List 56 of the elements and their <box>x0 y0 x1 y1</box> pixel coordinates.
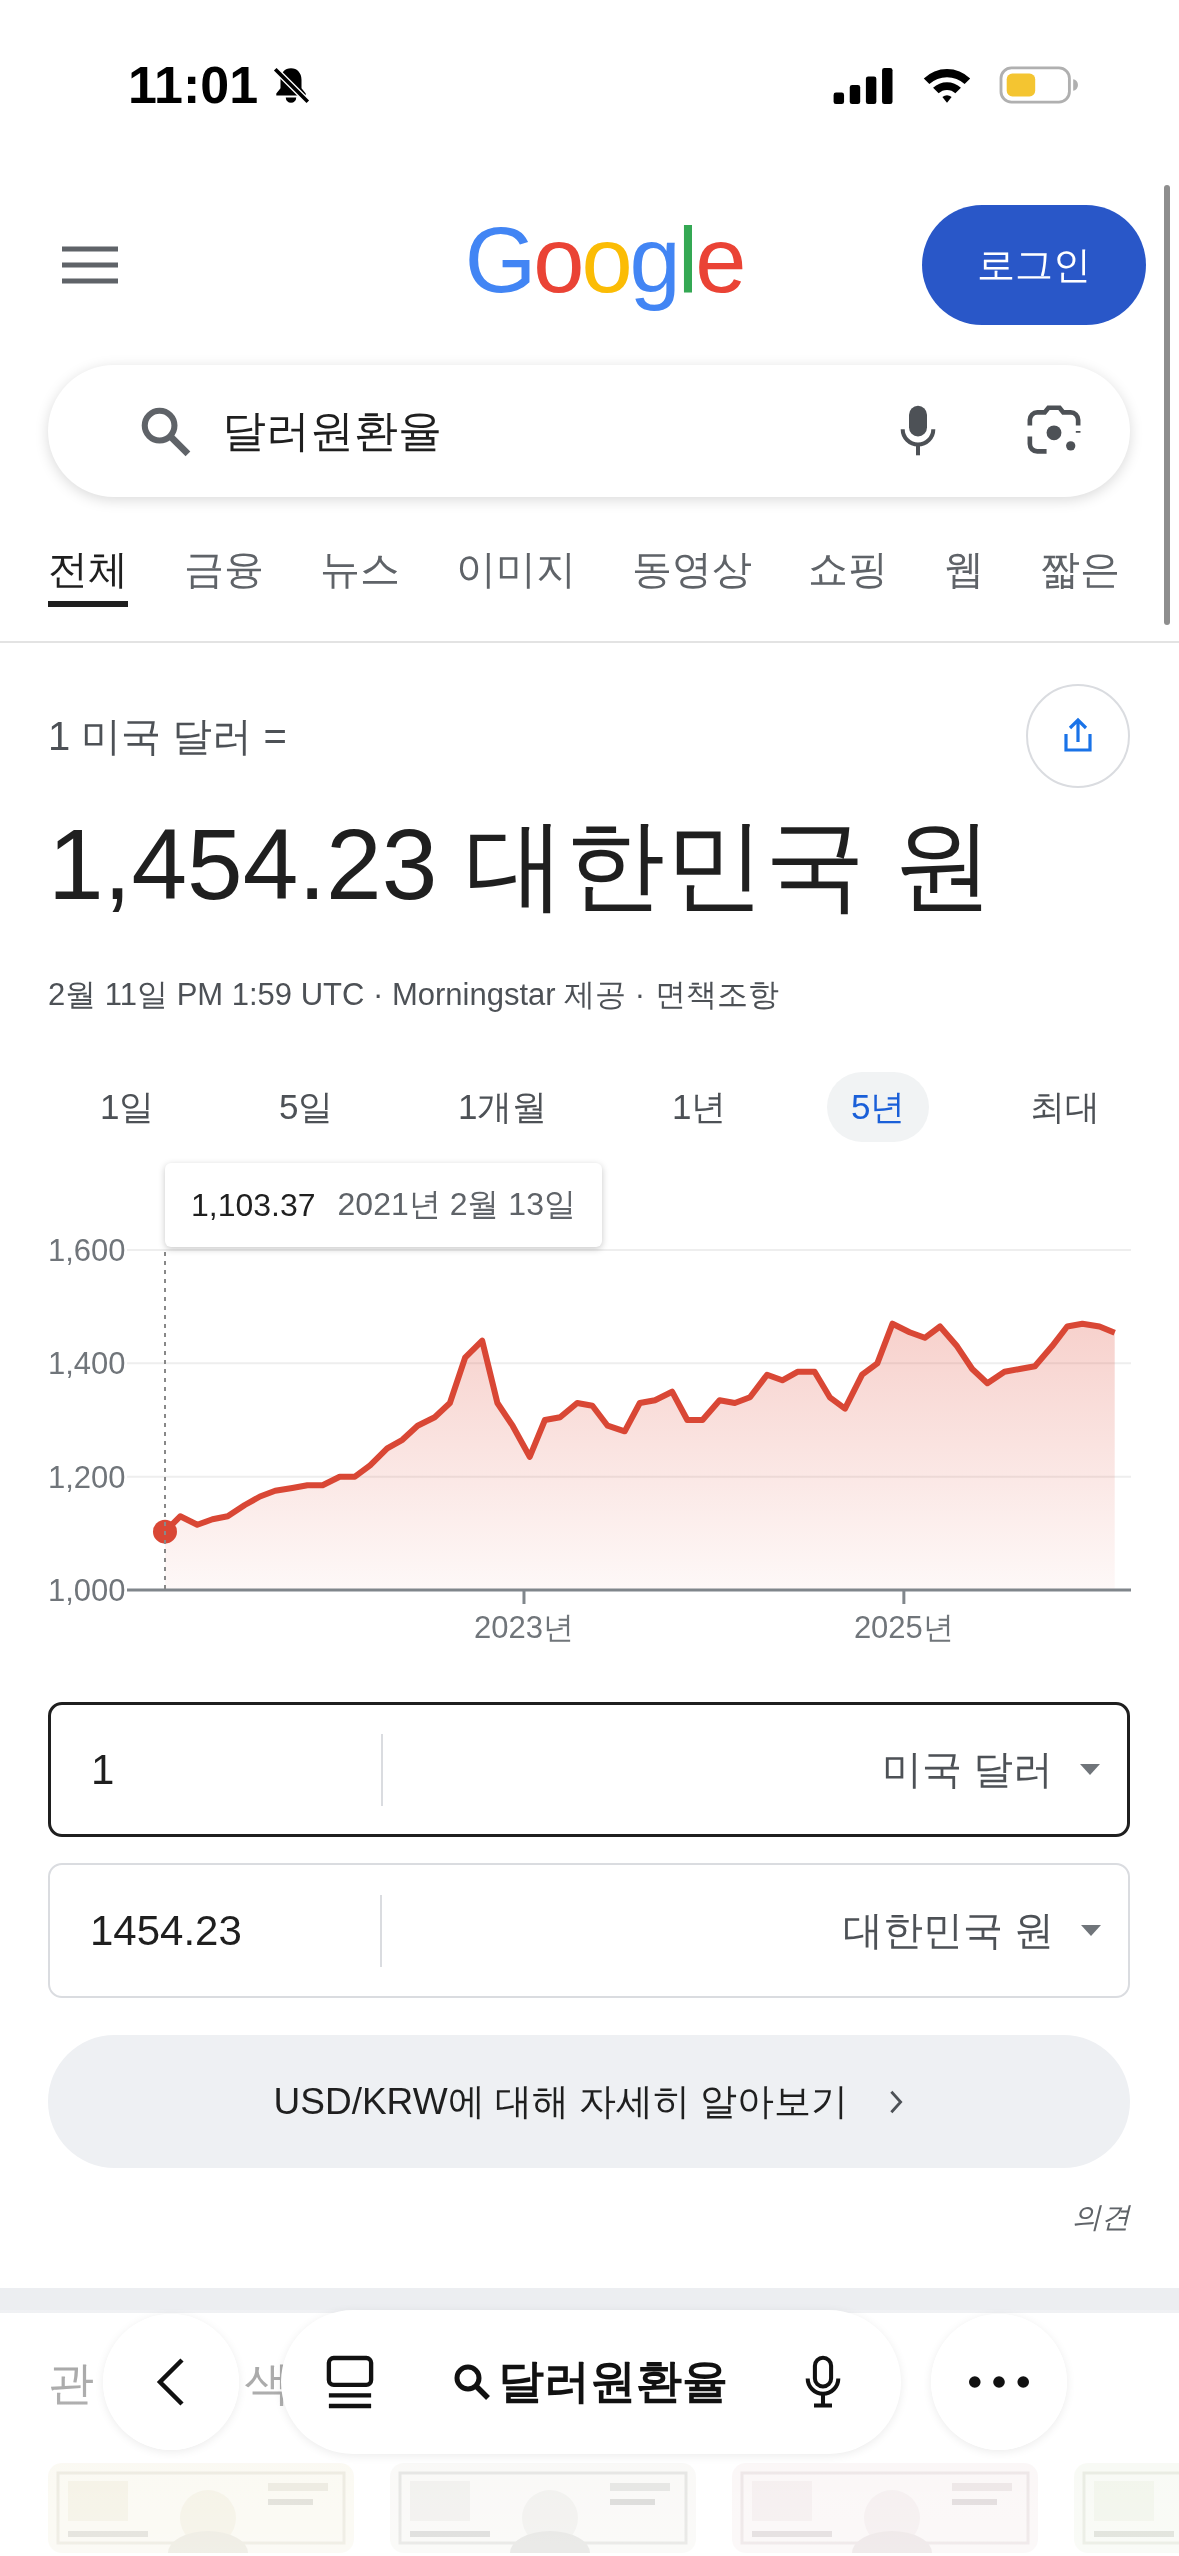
search-tab[interactable]: 금융 <box>184 537 264 607</box>
source-info: 2월 11일 PM 1:59 UTC · Morningstar 제공 · <box>48 976 646 1014</box>
more-icon <box>968 2375 1030 2389</box>
feedback-link[interactable]: 의견 <box>1072 2198 1130 2238</box>
menu-icon[interactable] <box>62 245 118 285</box>
tooltip-value: 1,103.37 <box>191 1186 316 1224</box>
google-logo[interactable]: Google <box>464 214 744 316</box>
disclaimer-link[interactable]: 면책조항 <box>655 974 780 1016</box>
share-button[interactable] <box>1026 684 1130 788</box>
wifi-icon <box>921 66 973 104</box>
converter-box[interactable]: 1 미국 달러 <box>48 1702 1130 1837</box>
currency-dropdown[interactable]: 미국 달러 <box>383 1705 1127 1834</box>
time-range-tab[interactable]: 1개월 <box>434 1072 572 1142</box>
time-range-tab[interactable]: 5년 <box>827 1072 930 1142</box>
y-axis-label: 1,000 <box>48 1573 126 1608</box>
search-query: 달러원환율 <box>222 404 443 457</box>
time-range-tab[interactable]: 1일 <box>76 1072 179 1142</box>
search-tab[interactable]: 짧은 <box>1040 537 1120 607</box>
search-tab[interactable]: 뉴스 <box>320 537 400 607</box>
converted-amount: 1,454.23 대한민국 원 <box>48 807 994 922</box>
learn-more-button[interactable]: USD/KRW에 대해 자세히 알아보기 <box>48 2035 1130 2168</box>
search-tab[interactable]: 이미지 <box>456 537 576 607</box>
amount-field[interactable]: 1454.23 <box>50 1906 380 1955</box>
caret-icon <box>1079 1763 1101 1776</box>
battery-icon <box>999 66 1079 104</box>
source-amount-label: 1 미국 달러 = <box>48 712 287 760</box>
search-tab[interactable]: 쇼핑 <box>808 537 888 607</box>
caret-icon <box>1080 1924 1102 1937</box>
search-tab[interactable]: 전체 <box>48 537 128 607</box>
y-axis-label: 1,600 <box>48 1233 126 1268</box>
converter-box[interactable]: 1454.23 대한민국 원 <box>48 1863 1130 1998</box>
amount-field[interactable]: 1 <box>51 1745 381 1794</box>
tabs-list-icon[interactable] <box>326 2355 374 2409</box>
hover-point <box>153 1519 177 1544</box>
search-tab[interactable]: 동영상 <box>632 537 752 607</box>
y-axis-label: 1,400 <box>48 1346 126 1382</box>
status-time: 11:01 <box>128 55 259 115</box>
address-query: 달러원환율 <box>497 2354 728 2409</box>
camera-lens-icon[interactable] <box>1026 405 1082 457</box>
x-axis-label: 2025년 <box>853 1610 954 1645</box>
search-tab[interactable]: 웹 <box>944 537 984 607</box>
currency-dropdown[interactable]: 대한민국 원 <box>382 1865 1128 1996</box>
section-heading-fragment: 관 <box>48 2356 94 2411</box>
login-button[interactable]: 로그인 <box>922 205 1146 325</box>
x-axis-label: 2023년 <box>474 1610 574 1645</box>
time-range-tab[interactable]: 1년 <box>648 1072 751 1142</box>
microphone-icon[interactable] <box>805 2354 841 2410</box>
chevron-right-icon <box>888 2088 905 2115</box>
search-bar[interactable]: 달러원환율 <box>48 365 1130 497</box>
scrollbar[interactable] <box>1164 185 1170 625</box>
signal-icon <box>833 66 895 104</box>
tooltip-date: 2021년 2월 13일 <box>337 1185 576 1224</box>
y-axis-label: 1,200 <box>48 1459 126 1495</box>
time-range-tab[interactable]: 5일 <box>255 1072 358 1142</box>
back-icon <box>156 2357 186 2407</box>
time-range-tab[interactable]: 최대 <box>1006 1072 1124 1142</box>
